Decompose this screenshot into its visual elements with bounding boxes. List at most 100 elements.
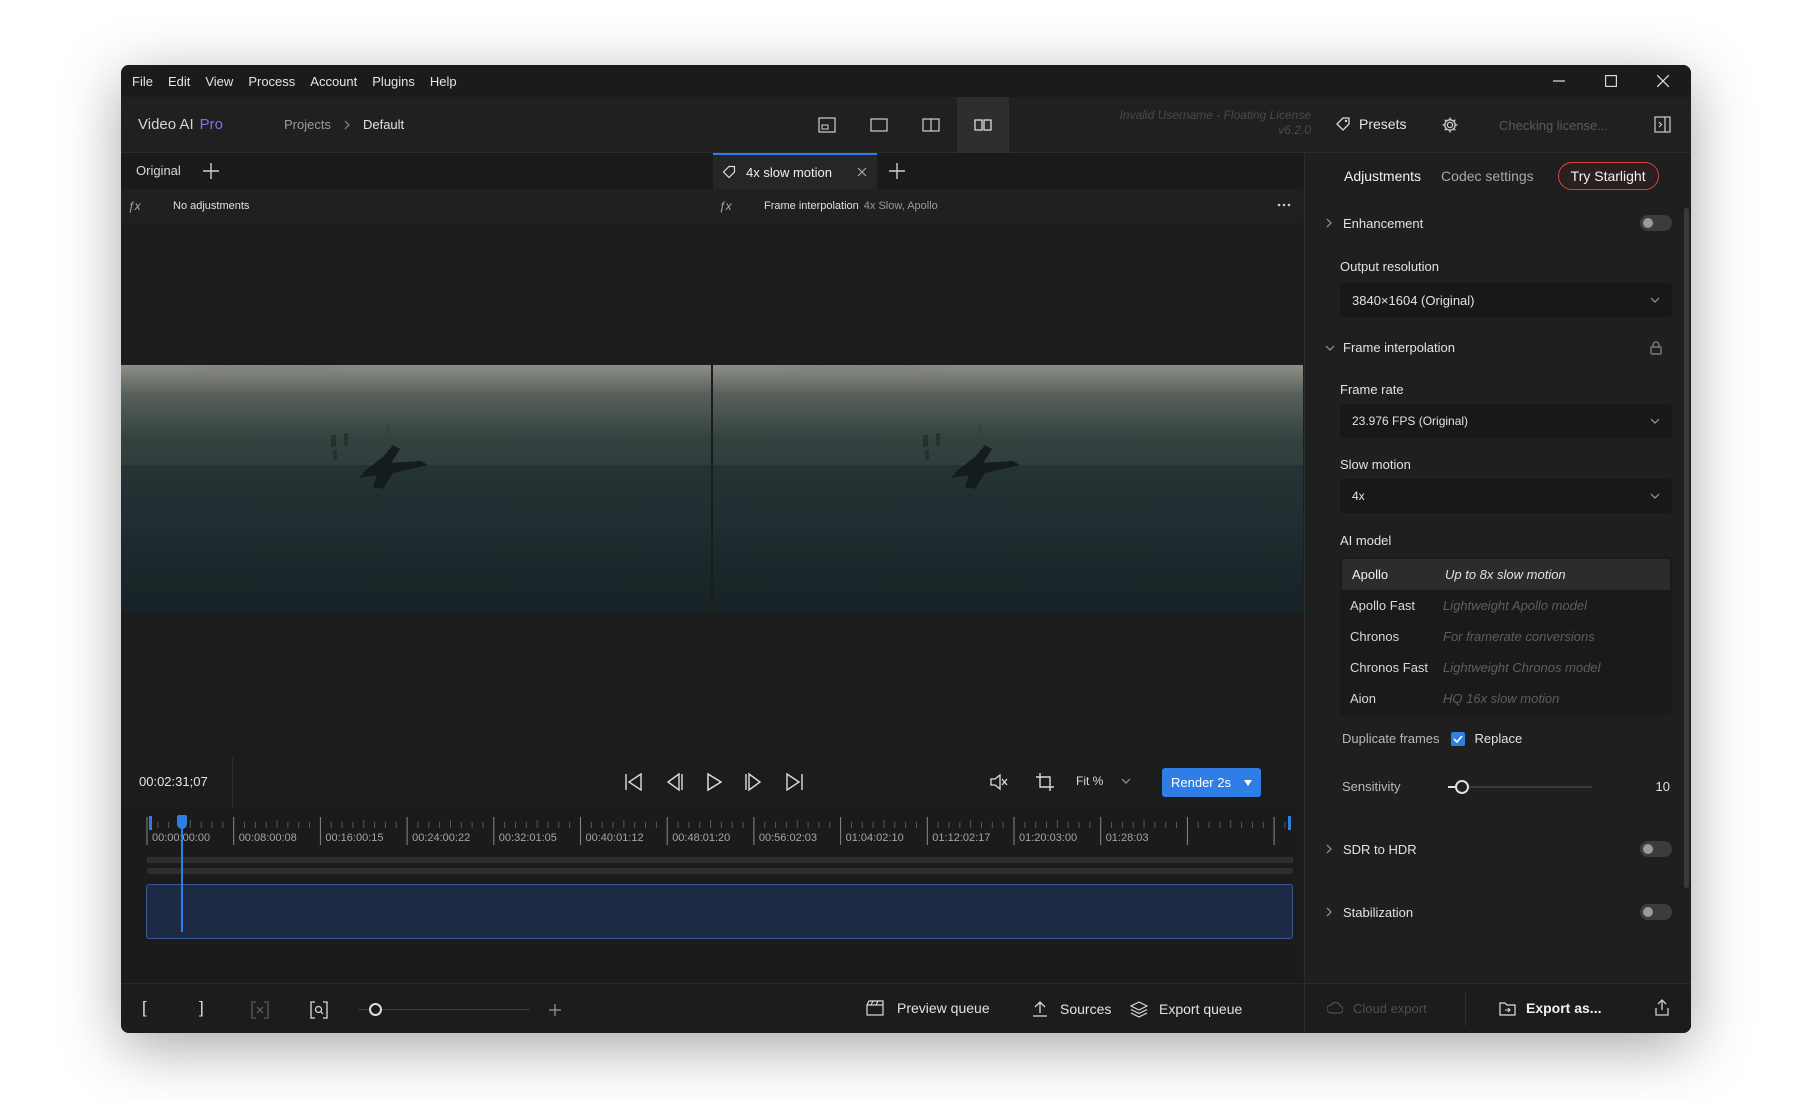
maximize-icon: [1605, 75, 1617, 87]
tick-label: 00:16:00:15: [325, 832, 384, 844]
stabilization-toggle[interactable]: [1640, 904, 1672, 920]
zoom-fit-select[interactable]: Fit %: [1076, 774, 1131, 788]
frame-interpolation-section[interactable]: Frame interpolation: [1325, 340, 1672, 355]
cloud-export-button[interactable]: Cloud export: [1327, 1000, 1427, 1016]
timeline[interactable]: 00:00:00:0000:08:00:0800:16:00:1500:24:0…: [121, 807, 1303, 983]
mute-icon[interactable]: [989, 773, 1009, 791]
chevron-right-icon: [1326, 844, 1332, 854]
sources-label: Sources: [1060, 1001, 1112, 1017]
step-back-icon[interactable]: [664, 772, 684, 792]
settings-button[interactable]: [1441, 116, 1459, 134]
sdr-to-hdr-section[interactable]: SDR to HDR: [1325, 841, 1672, 857]
app-tier: Pro: [199, 116, 223, 133]
set-out-point-icon[interactable]: ]: [199, 998, 204, 1018]
model-option-aion[interactable]: Aion HQ 16x slow motion: [1340, 683, 1672, 714]
view-single-crop-button[interactable]: [801, 97, 853, 153]
model-option-apollo-fast[interactable]: Apollo Fast Lightweight Apollo model: [1340, 590, 1672, 621]
menu-file[interactable]: File: [132, 74, 153, 89]
tab-adjustments[interactable]: Adjustments: [1344, 168, 1421, 184]
play-icon[interactable]: [704, 772, 724, 792]
replace-checkbox[interactable]: [1450, 731, 1465, 746]
minimize-button[interactable]: [1533, 65, 1585, 97]
try-starlight-button[interactable]: Try Starlight: [1557, 162, 1659, 190]
menu-plugins[interactable]: Plugins: [372, 74, 415, 89]
view-side-by-side-button[interactable]: [957, 97, 1009, 153]
add-preview-button[interactable]: [889, 163, 905, 179]
folder-export-icon: [1499, 1001, 1516, 1016]
breadcrumb-projects[interactable]: Projects: [284, 117, 331, 132]
playhead-handle[interactable]: [177, 815, 188, 829]
sensitivity-label: Sensitivity: [1342, 779, 1401, 794]
render-button[interactable]: Render 2s: [1162, 768, 1261, 797]
menu-edit[interactable]: Edit: [168, 74, 190, 89]
tab-preview-active[interactable]: 4x slow motion: [713, 153, 877, 189]
sensitivity-knob[interactable]: [1455, 780, 1469, 794]
model-name: Apollo Fast: [1350, 598, 1416, 613]
duplicate-frames-row: Duplicate frames Replace: [1342, 731, 1522, 746]
enhancement-section[interactable]: Enhancement: [1325, 215, 1672, 231]
audio-track: [147, 857, 1293, 863]
add-original-button[interactable]: [203, 163, 219, 179]
lock-icon[interactable]: [1650, 340, 1662, 355]
slow-motion-select[interactable]: 4x: [1340, 479, 1672, 513]
presets-button[interactable]: Presets: [1335, 116, 1406, 132]
sources-button[interactable]: Sources: [1031, 1000, 1111, 1018]
menu-help[interactable]: Help: [430, 74, 457, 89]
model-option-chronos-fast[interactable]: Chronos Fast Lightweight Chronos model: [1340, 652, 1672, 683]
timeline-zoom-track[interactable]: [358, 1009, 530, 1010]
export-queue-button[interactable]: Export queue: [1130, 1000, 1242, 1018]
license-user: Invalid Username - Floating License: [1119, 108, 1311, 122]
toggle-panel-button[interactable]: [1654, 116, 1671, 133]
more-options-button[interactable]: [1277, 198, 1291, 212]
tick-label: 01:04:02:10: [845, 832, 904, 844]
out-marker[interactable]: [1288, 816, 1291, 830]
clapper-icon: [866, 1000, 884, 1016]
zoom-in-icon[interactable]: [549, 1004, 561, 1016]
video-clip[interactable]: [146, 884, 1293, 939]
menu-account[interactable]: Account: [310, 74, 357, 89]
menu-process[interactable]: Process: [248, 74, 295, 89]
close-tab-icon[interactable]: [857, 167, 867, 177]
in-marker[interactable]: [149, 816, 152, 830]
model-name: Aion: [1350, 691, 1377, 706]
output-resolution-select[interactable]: 3840×1604 (Original): [1340, 283, 1672, 317]
close-window-button[interactable]: [1637, 65, 1689, 97]
panel-scrollbar[interactable]: [1684, 208, 1689, 888]
caret-down-icon[interactable]: [1244, 779, 1252, 786]
enhancement-toggle[interactable]: [1640, 215, 1672, 231]
maximize-button[interactable]: [1585, 65, 1637, 97]
view-single-button[interactable]: [853, 97, 905, 153]
tab-original[interactable]: Original: [136, 163, 181, 178]
playhead[interactable]: [177, 815, 188, 932]
sensitivity-track[interactable]: [1448, 786, 1592, 788]
menu-view[interactable]: View: [205, 74, 233, 89]
frame-rate-select[interactable]: 23.976 FPS (Original): [1340, 404, 1672, 438]
skip-to-start-icon[interactable]: [624, 772, 644, 792]
stabilization-section[interactable]: Stabilization: [1325, 904, 1672, 920]
model-desc: For framerate conversions: [1443, 629, 1595, 644]
model-option-apollo[interactable]: Apollo Up to 8x slow motion: [1342, 559, 1670, 590]
clear-range-icon[interactable]: [251, 1001, 269, 1019]
try-starlight-label: Try Starlight: [1570, 168, 1646, 184]
preview-queue-button[interactable]: Preview queue: [866, 1000, 990, 1016]
step-forward-icon[interactable]: [744, 772, 764, 792]
tab-codec-settings[interactable]: Codec settings: [1441, 168, 1534, 184]
timeline-zoom-knob[interactable]: [369, 1003, 383, 1016]
export-as-button[interactable]: Export as...: [1499, 1000, 1601, 1016]
set-in-point-icon[interactable]: [: [142, 998, 147, 1018]
model-option-chronos[interactable]: Chronos For framerate conversions: [1340, 621, 1672, 652]
adjustment-title: Frame interpolation: [764, 200, 859, 212]
share-icon[interactable]: [1654, 999, 1670, 1017]
sdr-to-hdr-toggle[interactable]: [1640, 841, 1672, 857]
skip-to-end-icon[interactable]: [784, 772, 804, 792]
sidebar-toggle-icon: [1654, 116, 1671, 133]
view-split-button[interactable]: [905, 97, 957, 153]
video-viewer: [121, 223, 1303, 757]
split-view-icon: [922, 118, 940, 132]
crop-icon[interactable]: [1036, 773, 1054, 791]
presets-tag-icon: [1336, 117, 1350, 131]
tick-label: 00:08:00:08: [238, 832, 297, 844]
tick-label: 01:12:02:17: [932, 832, 991, 844]
zoom-to-range-icon[interactable]: [310, 1001, 328, 1019]
tick-label: 01:20:03:00: [1019, 832, 1078, 844]
